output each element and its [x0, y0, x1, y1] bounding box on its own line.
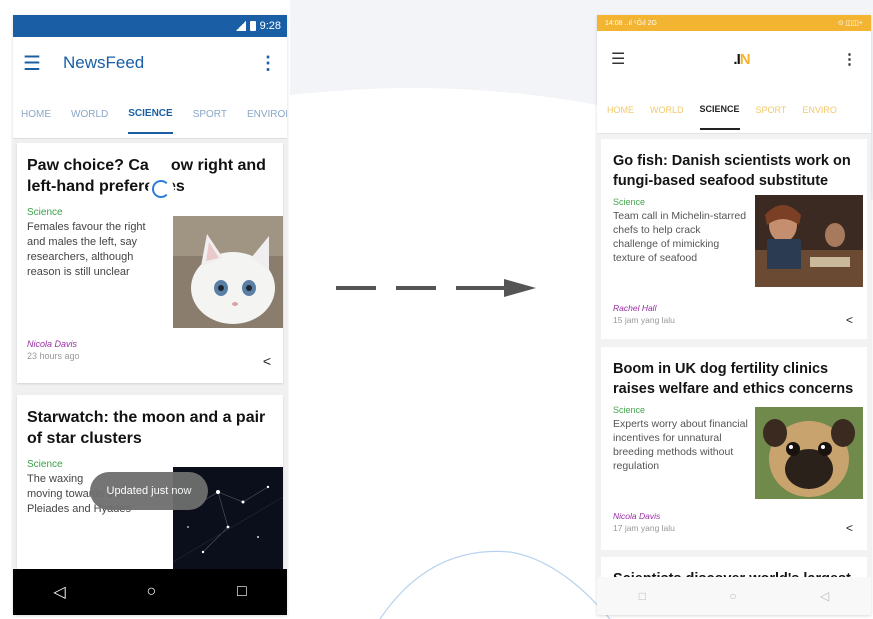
app-bar: ☰ NewsFeed ⋮ [13, 37, 287, 89]
article-time: 15 jam yang lalu [613, 315, 675, 325]
article-author: Nicola Davis [27, 339, 78, 349]
article-meta: Rachel Hall 15 jam yang lalu [613, 303, 675, 325]
status-right: ⊙ ◫◫+ [837, 20, 863, 27]
battery-icon [249, 21, 256, 31]
recents-icon[interactable]: □ [639, 589, 646, 603]
article-card[interactable]: Paw choice? Ca ow right and left-hand pref… [17, 143, 283, 383]
article-meta: Nicola Davis 17 jam yang lalu [613, 511, 675, 533]
share-icon[interactable]: < [846, 521, 853, 535]
share-icon[interactable]: < [846, 313, 853, 327]
chefs-photo [755, 195, 863, 287]
tab-science[interactable]: SCIENCE [699, 90, 740, 130]
hamburger-icon[interactable]: ☰ [611, 49, 641, 69]
snippet-part: The waxing [27, 473, 84, 485]
article-headline: Go fish: Danish scientists work on fungi… [613, 153, 851, 189]
status-left: 14:08 ..ıl ⁵Ĝıl 2G [605, 19, 657, 27]
article-snippet: Team call in Michelin-starred chefs to h… [613, 210, 747, 264]
headline-part: ow right and [170, 157, 266, 174]
article-snippet: Experts worry about financial incentives… [613, 418, 748, 472]
share-icon[interactable]: < [263, 353, 271, 369]
status-time: 9:28 [259, 20, 281, 32]
logo-part: N [739, 50, 751, 68]
headline-part: left-hand preferen [27, 178, 164, 195]
article-author: Rachel Hall [613, 303, 657, 313]
home-icon[interactable]: ○ [146, 583, 156, 601]
article-time: 17 jam yang lalu [613, 523, 675, 533]
tab-science[interactable]: SCIENCE [128, 94, 173, 134]
article-headline: Paw choice? Ca ow right and left-hand pref… [27, 155, 273, 197]
article-card[interactable]: Go fish: Danish scientists work on fungi… [601, 139, 867, 339]
app-title: NewsFeed [63, 53, 145, 72]
app-logo: .IN [641, 51, 842, 68]
tab-sport[interactable]: SPORT [756, 91, 787, 129]
status-bar: 14:08 ..ıl ⁵Ĝıl 2G ⊙ ◫◫+ [597, 15, 871, 31]
status-bar: 9:28 [13, 15, 287, 37]
more-vert-icon[interactable]: ⋮ [842, 50, 857, 68]
article-card[interactable]: Boom in UK dog fertility clinics raises … [601, 347, 867, 550]
cat-photo [173, 216, 283, 328]
more-vert-icon[interactable]: ⋮ [259, 53, 277, 74]
left-phone-screen: 9:28 ☰ NewsFeed ⋮ HOME WORLD SCIENCE SPO… [13, 15, 287, 615]
tab-home[interactable]: HOME [607, 91, 634, 129]
app-bar: ☰ .IN ⋮ [597, 31, 871, 87]
article-meta: Nicola Davis 23 hours ago [27, 339, 80, 361]
back-icon[interactable]: ◁ [820, 589, 829, 603]
article-time: 23 hours ago [27, 351, 80, 361]
hamburger-icon[interactable]: ☰ [23, 51, 51, 76]
article-headline: Starwatch: the moon and a pair of star c… [27, 409, 266, 447]
android-nav-bar: ◁ ○ □ [13, 569, 287, 615]
transition-arrow [336, 279, 536, 297]
signal-icon [235, 21, 246, 31]
android-nav-bar: □ ○ ◁ [597, 577, 871, 615]
tab-world[interactable]: WORLD [650, 91, 684, 129]
headline-part: Paw choice? Ca [27, 157, 149, 174]
tab-environment[interactable]: ENVIRON [247, 95, 287, 133]
loading-spinner-icon [152, 180, 170, 198]
article-headline: Boom in UK dog fertility clinics raises … [613, 361, 854, 397]
article-author: Nicola Davis [613, 511, 661, 521]
tab-bar: HOME WORLD SCIENCE SPORT ENVIRO [597, 87, 871, 134]
toast-message: Updated just now [90, 472, 208, 510]
back-icon[interactable]: ◁ [53, 582, 65, 602]
tab-home[interactable]: HOME [21, 95, 51, 133]
recents-icon[interactable]: □ [237, 583, 247, 601]
home-icon[interactable]: ○ [729, 589, 736, 603]
tab-world[interactable]: WORLD [71, 95, 108, 133]
tab-environment[interactable]: ENVIRO [802, 91, 837, 129]
tab-sport[interactable]: SPORT [193, 95, 227, 133]
article-snippet: Females favour the right and males the l… [27, 221, 146, 278]
right-phone-screen: 14:08 ..ıl ⁵Ĝıl 2G ⊙ ◫◫+ ☰ .IN ⋮ HOME WO… [597, 15, 871, 615]
pug-photo [755, 407, 863, 499]
tab-bar: HOME WORLD SCIENCE SPORT ENVIRON [13, 89, 287, 139]
